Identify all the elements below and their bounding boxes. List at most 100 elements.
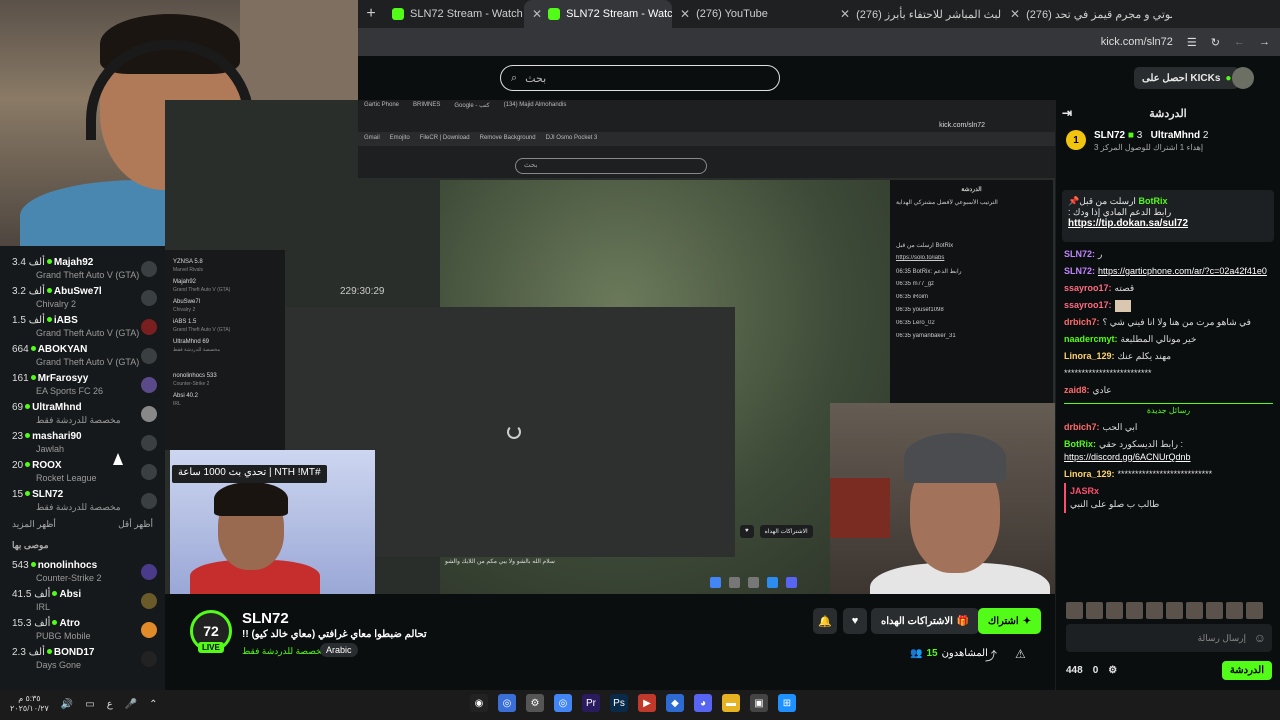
channel-name: Atro [59, 617, 80, 629]
webcam-person-cap [904, 433, 1006, 483]
folder-icon[interactable]: ▬ [722, 694, 740, 712]
browser-tab[interactable]: ✕ (276) YouTube [672, 0, 832, 28]
volume-icon[interactable]: 🔊 [61, 699, 73, 710]
settings-app-icon[interactable]: ⚙ [526, 694, 544, 712]
pinned-text: : رابط الدعم المادي إذا ودك [1068, 207, 1172, 217]
channel-avatar [141, 592, 157, 609]
forward-icon[interactable]: → [1259, 36, 1270, 48]
url-text[interactable]: kick.com/sln72 [1101, 36, 1173, 48]
kick-logo-icon [548, 8, 561, 20]
emote-icon[interactable] [1246, 602, 1263, 619]
chrome-icon[interactable]: ◎ [554, 694, 572, 712]
following-item[interactable]: 69 UltraMhnd مخصصة للدردشة فقط [0, 399, 165, 428]
discord-icon[interactable]: ◕ [694, 694, 712, 712]
store-icon[interactable]: ▣ [750, 694, 768, 712]
vpn-icon[interactable]: ◆ [666, 694, 684, 712]
emote-icon[interactable] [1206, 602, 1223, 619]
tune-icon[interactable]: ☰ [1187, 36, 1197, 49]
emoji-icon[interactable]: ☺ [1254, 631, 1266, 645]
get-kicks-button[interactable]: احصل على KICKs ● [1134, 67, 1240, 89]
photoshop-icon[interactable]: Ps [610, 694, 628, 712]
browser-tab[interactable]: ✕ (276) شوتي و مجرم قيمز في تحد [1002, 0, 1172, 28]
close-icon[interactable]: ✕ [1010, 7, 1020, 21]
show-less-link[interactable]: أظهر أقل [118, 519, 153, 530]
close-icon[interactable]: ✕ [840, 7, 850, 21]
reload-icon[interactable]: ↻ [1211, 36, 1220, 49]
channel-category: EA Sports FC 26 [36, 385, 104, 396]
steam-icon[interactable]: ◉ [470, 694, 488, 712]
address-bar[interactable]: kick.com/sln72 ☰ ↻ ← → [358, 28, 1280, 56]
settings-icon[interactable]: ⚙ [1108, 665, 1117, 676]
channel-avatar [141, 289, 157, 306]
recommended-item[interactable]: 41.5 ألف Absi IRL [0, 586, 165, 615]
collapse-chat-icon[interactable]: ⇥ [1062, 106, 1072, 120]
search-input[interactable]: ⌕ بحث [500, 65, 780, 91]
emote-icon[interactable] [1106, 602, 1123, 619]
following-item[interactable]: 20 ROOX Rocket League [0, 457, 165, 486]
kicks-balance[interactable]: 448 0 ⚙ [1066, 665, 1117, 676]
close-icon[interactable]: ✕ [532, 7, 542, 21]
recommended-item[interactable]: 543 nonolinhocs Counter-Strike 2 [0, 557, 165, 586]
chevron-up-icon[interactable]: ⌃ [149, 699, 157, 710]
following-item[interactable]: 1.5 ألف iABS Grand Theft Auto V (GTA) [0, 312, 165, 341]
emote-icon[interactable] [1126, 602, 1143, 619]
channel-name: iABS [53, 314, 78, 326]
channel-name[interactable]: SLN72 [242, 610, 289, 627]
chat-input[interactable]: إرسال رسالة ☺ [1066, 624, 1272, 652]
microphone-icon[interactable]: 🎤 [125, 699, 137, 710]
premiere-icon[interactable]: Pr [582, 694, 600, 712]
emote-icon[interactable] [1146, 602, 1163, 619]
viewer-count: 41.5 ألف [12, 588, 51, 600]
emote-icon[interactable] [1086, 602, 1103, 619]
site-header: ⌕ بحث احصل على KICKs ● [358, 56, 1280, 100]
mouse-cursor-icon [113, 453, 123, 465]
channel-avatar [141, 260, 157, 277]
network-icon[interactable]: ▭ [85, 699, 94, 710]
channel-name: Absi [59, 588, 82, 600]
report-icon[interactable]: ⚠ [1015, 647, 1026, 661]
show-more-link[interactable]: أظهر المزيد [12, 519, 56, 530]
chat-link[interactable]: https://discord.gg/6ACNUrQdnb [1064, 452, 1191, 462]
following-item[interactable]: 664 ABOKYAN Grand Theft Auto V (GTA) [0, 341, 165, 370]
share-icon[interactable]: ⤴ [985, 647, 997, 664]
back-icon[interactable]: ← [1234, 36, 1245, 48]
recommended-item[interactable]: 15.3 ألف Atro PUBG Mobile [0, 615, 165, 644]
user-avatar[interactable] [1232, 67, 1254, 89]
following-item[interactable]: 3.4 ألف Majah92 Grand Theft Auto V (GTA) [0, 254, 165, 283]
emote-icon[interactable] [1186, 602, 1203, 619]
follow-heart-button[interactable]: ♥ [843, 608, 867, 634]
chrome-icon[interactable]: ◎ [498, 694, 516, 712]
clock[interactable]: ٥:٣٥ م ٢٠٢٥/١٠/٢٧ [10, 694, 49, 714]
following-item[interactable]: 23 mashari90 Jawlah [0, 428, 165, 457]
channel-name: Majah92 [53, 256, 94, 268]
notification-bell-button[interactable]: 🔔 [813, 608, 837, 634]
kicks-coin-icon: ● [1225, 72, 1232, 84]
capcut-icon[interactable]: ▶ [638, 694, 656, 712]
emote-icon[interactable] [1066, 602, 1083, 619]
subscribe-button[interactable]: اشتراك ✦ [978, 608, 1042, 634]
following-item[interactable]: 15 SLN72 مخصصة للدردشة فقط [0, 486, 165, 515]
language-tag[interactable]: Arabic [320, 643, 358, 657]
stream-category[interactable]: مخصصة للدردشة فقط [242, 646, 327, 657]
emote-icon[interactable] [1226, 602, 1243, 619]
windows-start-icon[interactable]: ⊞ [778, 694, 796, 712]
nested-item: Absi 40.2 IRL [173, 393, 199, 407]
close-icon[interactable]: ✕ [680, 7, 690, 21]
recommended-item[interactable]: 2.3 ألف BOND17 Days Gone [0, 644, 165, 673]
gift-subs-button[interactable]: الاشتراكات الهداه 🎁 [871, 608, 980, 634]
chat-link[interactable]: https://garticphone.com/ar/?c=02a42f41e0 [1098, 266, 1267, 276]
emote-icon[interactable] [1166, 602, 1183, 619]
new-tab-button[interactable]: + [358, 5, 384, 23]
following-item[interactable]: 161 MrFarosyy EA Sports FC 26 [0, 370, 165, 399]
pin-icon[interactable]: 📌 [1068, 196, 1079, 207]
tab-label: (276) البث المباشر للاحتفاء بأبرز [856, 8, 1002, 21]
following-item[interactable]: 3.2 ألف AbuSwe7l Chivalry 2 [0, 283, 165, 312]
send-chat-button[interactable]: الدردشة [1221, 660, 1272, 680]
browser-tab[interactable]: SLN72 Stream - Watch Live [384, 0, 524, 28]
channel-name: mashari90 [32, 430, 82, 442]
browser-tab[interactable]: ✕ (276) البث المباشر للاحتفاء بأبرز [832, 0, 1002, 28]
pinned-user[interactable]: BotRix [1138, 196, 1167, 206]
pinned-link[interactable]: https://tip.dokan.sa/sul72 [1068, 218, 1188, 229]
tab-active-kick[interactable]: ✕ SLN72 Stream - Watch Live [524, 0, 672, 28]
language-indicator[interactable]: ع [107, 699, 113, 710]
